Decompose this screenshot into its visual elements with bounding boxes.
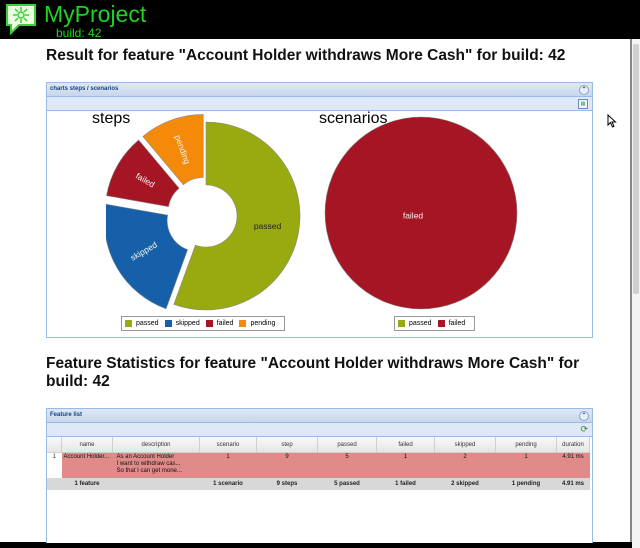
column-header-index: [47, 437, 62, 453]
legend-label: pending: [250, 320, 276, 327]
cell-name[interactable]: Account Holder...: [61, 452, 113, 478]
description-line: So that I can get mone...: [116, 468, 182, 474]
steps-chart-title: steps: [92, 110, 131, 127]
scenarios-pie-chart: failed: [324, 116, 518, 310]
summary-skipped: 2 skipped: [434, 478, 496, 490]
app-title[interactable]: MyProject: [44, 1, 146, 27]
feature-list-panel: Feature list ⌃ ⟳ name description scenar…: [46, 408, 593, 543]
collapse-icon[interactable]: ⌃: [579, 411, 589, 421]
collapse-icon[interactable]: ⌃: [579, 85, 589, 95]
legend-item-skipped[interactable]: skipped: [164, 320, 200, 327]
legend-item-failed[interactable]: failed: [205, 320, 234, 327]
summary-step: 9 steps: [256, 478, 318, 490]
scenarios-legend: passed failed: [394, 316, 476, 331]
summary-row: 1 feature 1 scenario 9 steps 5 passed 1 …: [47, 478, 590, 490]
summary-spacer: [47, 478, 62, 490]
table-row[interactable]: 1 Account Holder... As an Account Holder…: [47, 452, 590, 478]
legend-item-failed[interactable]: failed: [437, 320, 466, 327]
page-title: Result for feature "Account Holder withd…: [46, 47, 566, 64]
scenarios-chart-title: scenarios: [319, 110, 388, 127]
steps-legend: passed skipped failed pending: [121, 316, 286, 331]
feature-panel-toolbar: ⟳: [47, 423, 592, 437]
summary-description: [112, 478, 200, 490]
cell-pending: 1: [495, 452, 557, 478]
legend-label: passed: [136, 320, 159, 327]
export-icon[interactable]: ▦: [578, 99, 588, 109]
column-header[interactable]: skipped: [434, 437, 496, 453]
description-line: As an Account Holder: [116, 454, 175, 460]
column-header[interactable]: description: [112, 437, 200, 453]
scrollbar-thumb[interactable]: [633, 44, 639, 294]
pie-slice-skipped[interactable]: [106, 203, 188, 310]
feature-panel-title: Feature list: [50, 412, 83, 418]
table-header-row: name description scenario step passed fa…: [47, 437, 590, 453]
row-index: 1: [47, 452, 62, 478]
summary-pending: 1 pending: [495, 478, 557, 490]
legend-label: skipped: [175, 320, 200, 327]
cell-passed: 5: [317, 452, 377, 478]
column-header[interactable]: duration: [556, 437, 590, 453]
cell-description: As an Account Holder I want to withdraw …: [112, 452, 200, 478]
cell-failed: 1: [376, 452, 435, 478]
feature-panel-header: Feature list ⌃: [47, 409, 592, 423]
charts-panel-toolbar: ▦: [47, 97, 592, 111]
legend-label: passed: [409, 320, 432, 327]
cell-duration: 4.91 ms: [556, 452, 590, 478]
summary-name: 1 feature: [61, 478, 113, 490]
column-header[interactable]: passed: [317, 437, 377, 453]
statistics-title: Feature Statistics for feature "Account …: [46, 355, 580, 390]
slice-label: passed: [254, 221, 282, 231]
cell-skipped: 2: [434, 452, 496, 478]
column-header[interactable]: step: [256, 437, 318, 453]
summary-scenario: 1 scenario: [199, 478, 257, 490]
build-label: build: 42: [56, 26, 102, 40]
column-header[interactable]: failed: [376, 437, 435, 453]
summary-passed: 5 passed: [317, 478, 377, 490]
refresh-icon[interactable]: ⟳: [580, 424, 588, 434]
mouse-cursor-icon: [607, 114, 617, 128]
slice-label: failed: [403, 210, 424, 220]
column-header[interactable]: name: [61, 437, 113, 453]
legend-item-passed[interactable]: passed: [125, 320, 159, 327]
legend-item-pending[interactable]: pending: [239, 320, 275, 327]
charts-panel-header: charts steps / scenarios ⌃: [47, 83, 592, 97]
cell-scenario: 1: [199, 452, 257, 478]
legend-label: failed: [448, 320, 466, 327]
column-header[interactable]: scenario: [199, 437, 257, 453]
project-logo-icon: [6, 4, 36, 36]
summary-failed: 1 failed: [376, 478, 435, 490]
column-header[interactable]: pending: [495, 437, 557, 453]
charts-panel-title: charts steps / scenarios: [50, 86, 119, 92]
legend-label: failed: [216, 320, 234, 327]
feature-table: name description scenario step passed fa…: [47, 437, 590, 490]
description-line: I want to withdraw cas...: [116, 461, 181, 467]
legend-item-passed[interactable]: passed: [398, 320, 432, 327]
app-header: MyProject build: 42: [0, 0, 640, 39]
summary-duration: 4.91 ms: [556, 478, 590, 490]
cell-step: 9: [256, 452, 318, 478]
steps-pie-chart: passedskippedfailedpending: [106, 114, 301, 311]
